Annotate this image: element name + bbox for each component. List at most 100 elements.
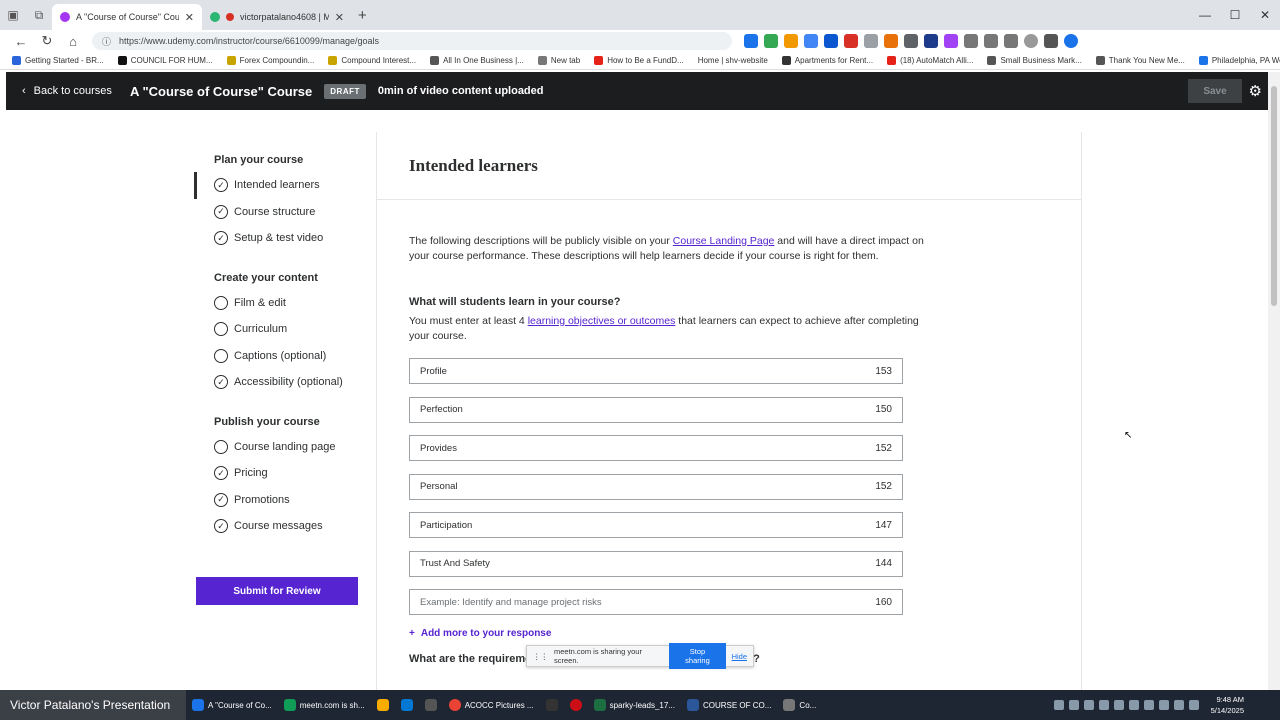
bookmark-item[interactable]: Philadelphia, PA We... <box>1198 56 1280 65</box>
sidebar-item-intended-learners[interactable]: ✓ Intended learners <box>194 172 364 199</box>
course-landing-page-link[interactable]: Course Landing Page <box>673 235 775 247</box>
maximize-icon[interactable]: ☐ <box>1220 8 1250 22</box>
sidebar-item-curriculum[interactable]: Curriculum <box>194 316 364 343</box>
drag-handle-icon[interactable]: ⋮⋮ <box>533 652 548 661</box>
wifi-icon[interactable] <box>1159 700 1169 710</box>
sidebar-item-pricing[interactable]: ✓ Pricing <box>194 460 364 487</box>
objective-input-empty[interactable]: Example: Identify and manage project ris… <box>409 589 903 615</box>
objective-input[interactable]: Provides 152 <box>409 435 903 461</box>
submit-for-review-button[interactable]: Submit for Review <box>196 577 358 605</box>
extension-icon[interactable] <box>904 34 918 48</box>
back-to-courses-link[interactable]: ‹ Back to courses <box>22 85 112 97</box>
extension-icon[interactable] <box>804 34 818 48</box>
stop-sharing-button[interactable]: Stop sharing <box>669 643 726 669</box>
save-button[interactable]: Save <box>1188 79 1242 103</box>
extension-icon[interactable] <box>924 34 938 48</box>
sidebar-item-captions[interactable]: Captions (optional) <box>194 343 364 370</box>
bookmark-item[interactable]: COUNCIL FOR HUM... <box>117 56 213 65</box>
objective-input[interactable]: Profile 153 <box>409 358 903 384</box>
reload-icon[interactable]: ↻ <box>34 33 60 49</box>
downloads-icon[interactable] <box>1004 34 1018 48</box>
sidebar-item-film-edit[interactable]: Film & edit <box>194 290 364 317</box>
address-bar[interactable]: ⓘ https://www.udemy.com/instructor/cours… <box>92 32 732 50</box>
bookmark-item[interactable]: How to Be a FundD... <box>594 56 684 65</box>
favorites-icon[interactable] <box>984 34 998 48</box>
back-arrow-icon[interactable]: ← <box>8 34 34 49</box>
volume-icon[interactable] <box>1174 700 1184 710</box>
objective-input[interactable]: Trust And Safety 144 <box>409 550 903 577</box>
objective-input[interactable]: Perfection 150 <box>409 396 903 423</box>
taskbar-item[interactable]: COURSE OF CO... <box>681 690 777 720</box>
add-more-response-button[interactable]: + Add more to your response <box>409 628 937 639</box>
taskbar-item[interactable]: sparky-leads_17... <box>588 690 681 720</box>
gear-icon[interactable]: ⚙ <box>1249 82 1262 100</box>
scrollbar-thumb[interactable] <box>1271 86 1277 306</box>
extension-icon[interactable] <box>944 34 958 48</box>
battery-icon[interactable] <box>1189 700 1199 710</box>
new-tab-icon[interactable]: + <box>358 7 367 24</box>
bookmark-item[interactable]: Apartments for Rent... <box>781 56 873 65</box>
extension-icon[interactable] <box>824 34 838 48</box>
learning-objectives-link[interactable]: learning objectives or outcomes <box>528 315 676 327</box>
tray-icon[interactable] <box>1099 700 1109 710</box>
menu-dots-icon[interactable] <box>1044 34 1058 48</box>
tray-icon[interactable] <box>1129 700 1139 710</box>
char-count: 152 <box>875 442 892 454</box>
extension-icon[interactable] <box>764 34 778 48</box>
taskbar-app[interactable] <box>564 690 588 720</box>
tray-icon[interactable] <box>1144 700 1154 710</box>
taskbar-app[interactable] <box>540 690 564 720</box>
objective-input[interactable]: Personal 152 <box>409 473 903 500</box>
bookmark-item[interactable]: Getting Started - BR... <box>12 56 104 65</box>
taskbar-item[interactable]: meetn.com is sh... <box>278 690 371 720</box>
page-scrollbar[interactable] <box>1268 72 1280 690</box>
bookmark-item[interactable]: Compound Interest... <box>328 56 416 65</box>
sidebar-item-promotions[interactable]: ✓ Promotions <box>194 487 364 514</box>
tab-actions-icon[interactable]: ▣ <box>0 4 26 26</box>
taskbar-item[interactable]: A "Course of Co... <box>186 690 278 720</box>
extension-icon[interactable] <box>884 34 898 48</box>
extension-icon[interactable] <box>964 34 978 48</box>
bookmark-item[interactable]: All In One Business |... <box>430 56 524 65</box>
bookmark-item[interactable]: (18) AutoMatch Alli... <box>887 56 973 65</box>
workspaces-icon[interactable]: ⧉ <box>26 4 52 26</box>
extension-icon[interactable] <box>864 34 878 48</box>
sidebar-item-setup-test-video[interactable]: ✓ Setup & test video <box>194 225 364 252</box>
taskbar-item[interactable]: ACOCC Pictures ... <box>443 690 540 720</box>
sidebar-item-label: Film & edit <box>234 296 286 309</box>
browser-tab-udemy[interactable]: A "Course of Course" Course | Ud ✕ <box>52 4 202 30</box>
extension-icon[interactable] <box>744 34 758 48</box>
tray-icon[interactable] <box>1054 700 1064 710</box>
minimize-icon[interactable]: — <box>1190 8 1220 22</box>
sidebar-item-accessibility[interactable]: ✓ Accessibility (optional) <box>194 369 364 396</box>
hide-link[interactable]: Hide <box>732 652 747 661</box>
sidebar-item-course-structure[interactable]: ✓ Course structure <box>194 199 364 226</box>
bookmark-item[interactable]: New tab <box>537 56 580 65</box>
extension-icon[interactable] <box>784 34 798 48</box>
close-tab-icon[interactable]: ✕ <box>185 11 194 24</box>
browser-tab-meetn[interactable]: victorpatalano4608 | Meetn ✕ <box>202 4 352 30</box>
sidebar-item-course-landing-page[interactable]: Course landing page <box>194 434 364 461</box>
extension-icon[interactable] <box>844 34 858 48</box>
taskbar-app[interactable] <box>419 690 443 720</box>
close-tab-icon[interactable]: ✕ <box>335 11 344 24</box>
taskbar-app[interactable] <box>371 690 395 720</box>
site-info-icon[interactable]: ⓘ <box>102 35 111 48</box>
bookmark-item[interactable]: Forex Compoundin... <box>226 56 314 65</box>
tray-icon[interactable] <box>1069 700 1079 710</box>
tray-icon[interactable] <box>1084 700 1094 710</box>
bookmark-item[interactable]: Home | shv-website <box>698 56 768 65</box>
bookmark-icon <box>430 56 440 65</box>
copilot-icon[interactable] <box>1064 34 1078 48</box>
taskbar-app[interactable] <box>395 690 419 720</box>
taskbar-item[interactable]: Co... <box>777 690 822 720</box>
profile-avatar-icon[interactable] <box>1024 34 1038 48</box>
sidebar-item-course-messages[interactable]: ✓ Course messages <box>194 513 364 540</box>
taskbar-clock[interactable]: 9:48 AM 5/14/2025 <box>1211 694 1244 716</box>
objective-input[interactable]: Participation 147 <box>409 512 903 538</box>
bookmark-item[interactable]: Thank You New Me... <box>1095 56 1185 65</box>
close-window-icon[interactable]: ✕ <box>1250 8 1280 22</box>
home-icon[interactable]: ⌂ <box>60 34 86 49</box>
tray-icon[interactable] <box>1114 700 1124 710</box>
bookmark-item[interactable]: Small Business Mark... <box>987 56 1082 65</box>
